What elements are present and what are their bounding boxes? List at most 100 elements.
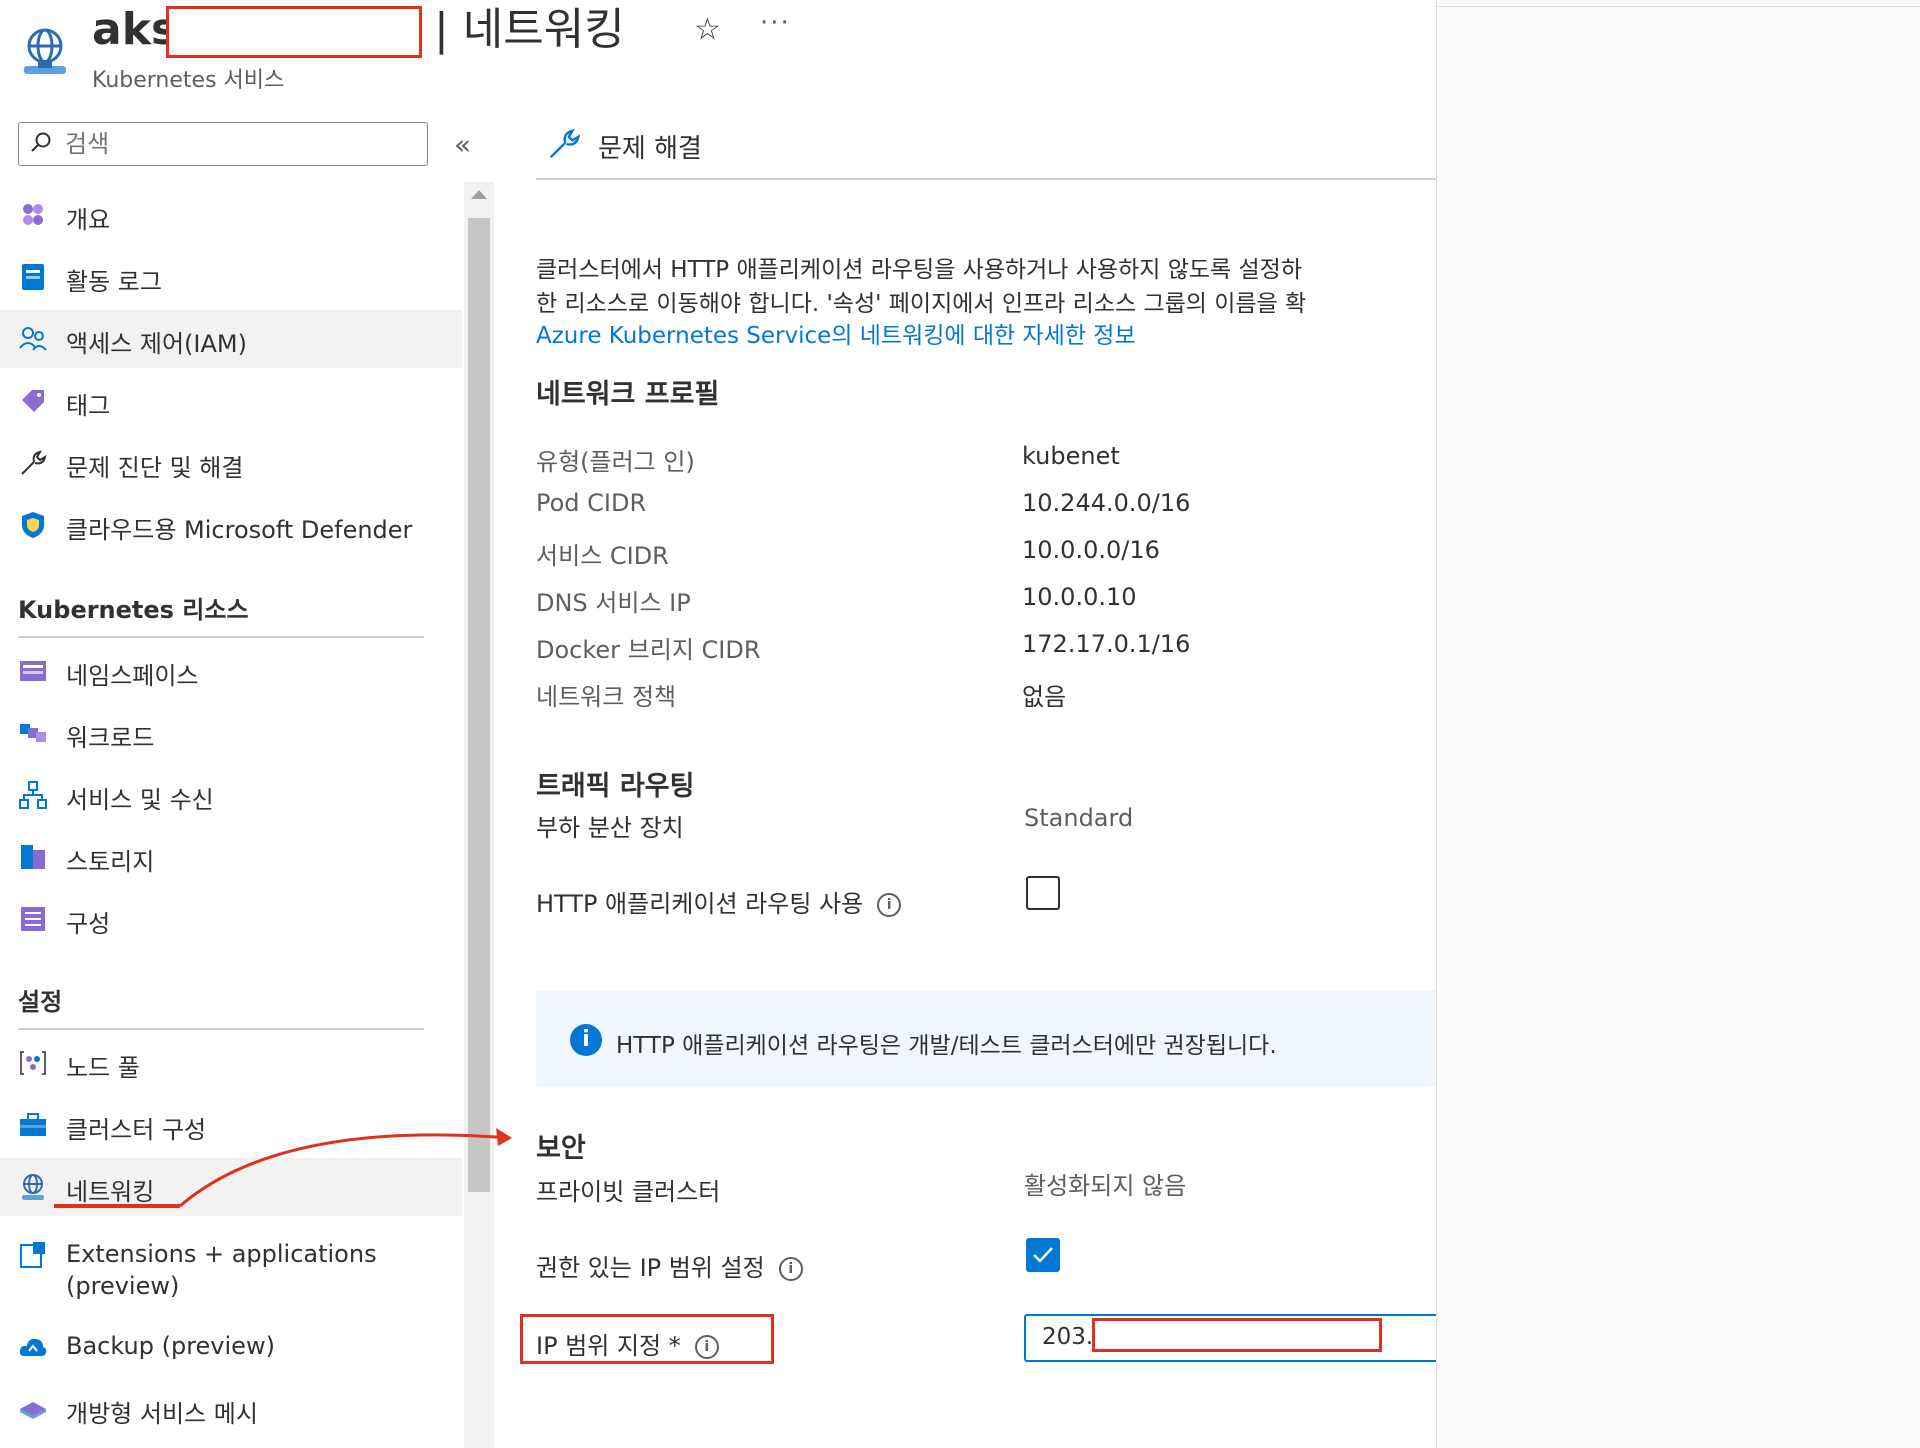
service-mesh-icon — [20, 1402, 46, 1419]
redaction-box-title — [166, 6, 422, 58]
sidebar-item-service-mesh[interactable]: 개방형 서비스 메시 — [0, 1380, 462, 1438]
info-icon[interactable]: i — [877, 893, 902, 917]
authorized-ip-label-text: 권한 있는 IP 범위 설정 — [536, 1254, 765, 1282]
sidebar-item-storage[interactable]: 스토리지 — [0, 828, 462, 886]
sidebar-item-namespaces[interactable]: 네임스페이스 — [0, 642, 462, 700]
section-divider — [18, 1028, 424, 1030]
checkmark-icon — [1033, 1247, 1053, 1263]
page-title-suffix: | 네트워킹 — [434, 4, 625, 55]
networking-icon — [22, 1174, 44, 1200]
sidebar-item-activity-log[interactable]: 활동 로그 — [0, 248, 462, 306]
storage-icon — [21, 845, 45, 869]
node-pool-icon — [20, 1051, 46, 1075]
sidebar-item-label-line2: (preview) — [66, 1272, 180, 1300]
service-cidr-value: 10.0.0.0/16 — [1022, 536, 1160, 564]
sidebar-item-defender[interactable]: 클라우드용 Microsoft Defender — [0, 496, 462, 554]
http-routing-label: HTTP 애플리케이션 라우팅 사용 i — [536, 884, 902, 919]
search-box[interactable] — [18, 122, 428, 166]
sidebar-item-backup[interactable]: Backup (preview) — [0, 1318, 462, 1376]
favorite-star-icon[interactable]: ☆ — [694, 12, 721, 47]
right-blank-pane — [1436, 0, 1920, 1448]
security-heading: 보안 — [536, 1133, 586, 1164]
sidebar-item-label: 네임스페이스 — [66, 662, 199, 690]
pod-cidr-label: Pod CIDR — [536, 489, 647, 517]
pod-cidr-value: 10.244.0.0/16 — [1022, 489, 1191, 517]
dns-service-ip-value: 10.0.0.10 — [1022, 583, 1137, 611]
wrench-icon — [549, 128, 581, 159]
sidebar-item-label: 태그 — [66, 392, 111, 420]
info-icon[interactable]: i — [778, 1257, 803, 1281]
configuration-icon — [21, 907, 45, 931]
traffic-routing-heading: 트래픽 라우팅 — [536, 771, 695, 802]
network-policy-label: 네트워크 정책 — [536, 683, 677, 711]
iam-icon — [19, 327, 47, 351]
docker-bridge-cidr-label: Docker 브리지 CIDR — [536, 636, 761, 664]
search-icon — [31, 132, 51, 152]
troubleshoot-button[interactable]: 문제 해결 — [598, 128, 702, 165]
sidebar-item-workloads[interactable]: 워크로드 — [0, 704, 462, 762]
sidebar-item-label: 문제 진단 및 해결 — [66, 454, 244, 482]
sidebar-item-services[interactable]: 서비스 및 수신 — [0, 766, 462, 824]
annotation-arrow-icon — [179, 1128, 512, 1208]
cluster-config-icon — [20, 1113, 46, 1136]
redaction-box-ip — [1092, 1318, 1382, 1352]
sidebar-item-label: 노드 풀 — [66, 1054, 140, 1082]
kubernetes-network-icon — [24, 28, 66, 74]
load-balancer-value: Standard — [1024, 804, 1134, 832]
dns-service-ip-label: DNS 서비스 IP — [536, 589, 691, 617]
description-line-2: 한 리소스로 이동해야 합니다. '속성' 페이지에서 인프라 리소스 그룹의 … — [536, 291, 1307, 317]
search-input[interactable] — [63, 127, 417, 161]
sidebar-item-extensions[interactable]: Extensions + applications (preview) — [0, 1226, 462, 1306]
defender-shield-icon — [22, 512, 44, 538]
scrollbar-thumb[interactable] — [468, 218, 490, 1192]
workload-icon — [20, 724, 46, 742]
http-routing-label-text: HTTP 애플리케이션 라우팅 사용 — [536, 890, 864, 918]
sidebar-item-configuration[interactable]: 구성 — [0, 890, 462, 948]
network-type-value: kubenet — [1022, 442, 1120, 470]
sidebar-item-iam[interactable]: 액세스 제어(IAM) — [0, 310, 462, 368]
sidebar-item-label: 워크로드 — [66, 724, 155, 752]
network-type-label: 유형(플러그 인) — [536, 448, 695, 476]
toolbar-divider — [536, 178, 1436, 180]
sidebar-item-label: 활동 로그 — [66, 268, 162, 296]
sidebar-item-tags[interactable]: 태그 — [0, 372, 462, 430]
page-subtitle: Kubernetes 서비스 — [92, 68, 285, 93]
sidebar-item-label: 스토리지 — [66, 848, 155, 876]
http-routing-checkbox[interactable] — [1026, 876, 1060, 910]
extensions-icon — [20, 1242, 45, 1268]
section-divider — [18, 636, 424, 638]
services-icon — [19, 781, 47, 809]
load-balancer-label: 부하 분산 장치 — [536, 814, 684, 842]
authorized-ip-checkbox[interactable] — [1026, 1238, 1060, 1272]
sidebar-item-label: 구성 — [66, 910, 111, 938]
sidebar-item-label: 개요 — [66, 206, 111, 234]
authorized-ip-label: 권한 있는 IP 범위 설정 i — [536, 1248, 803, 1283]
sidebar-item-diagnose[interactable]: 문제 진단 및 해결 — [0, 434, 462, 492]
info-bar-text: HTTP 애플리케이션 라우팅은 개발/테스트 클러스터에만 권장됩니다. — [616, 1033, 1277, 1059]
namespace-icon — [20, 661, 46, 681]
network-policy-value: 없음 — [1022, 683, 1067, 711]
sidebar-item-overview[interactable]: 개요 — [0, 186, 462, 244]
sidebar-item-label: 액세스 제어(IAM) — [66, 330, 247, 358]
service-cidr-label: 서비스 CIDR — [536, 542, 669, 570]
sidebar-item-label: 개방형 서비스 메시 — [66, 1400, 258, 1428]
wrench-icon — [21, 450, 47, 475]
docker-bridge-cidr-value: 172.17.0.1/16 — [1022, 630, 1191, 658]
sidebar-item-node-pools[interactable]: 노드 풀 — [0, 1034, 462, 1092]
private-cluster-label: 프라이빗 클러스터 — [536, 1178, 721, 1206]
sidebar-section-k8s: Kubernetes 리소스 — [18, 596, 249, 624]
sidebar-section-settings: 설정 — [18, 988, 63, 1016]
scroll-up-arrow-icon[interactable] — [471, 190, 487, 199]
annotation-highlight-box — [520, 1314, 774, 1364]
tag-icon — [22, 390, 44, 412]
info-icon: i — [570, 1024, 602, 1056]
more-options-button[interactable]: ··· — [760, 8, 791, 38]
description-line-1: 클러스터에서 HTTP 애플리케이션 라우팅을 사용하거나 사용하지 않도록 설… — [536, 257, 1302, 283]
sidebar-item-label: 클라우드용 Microsoft Defender — [66, 516, 413, 544]
learn-more-link[interactable]: Azure Kubernetes Service의 네트워킹에 대한 자세한 정… — [536, 316, 1136, 350]
sidebar-item-label: 네트워킹 — [66, 1178, 155, 1206]
activity-log-icon — [22, 264, 44, 290]
sidebar-item-label: Backup (preview) — [66, 1332, 275, 1360]
backup-icon — [19, 1338, 47, 1356]
collapse-sidebar-icon[interactable]: « — [454, 128, 471, 161]
